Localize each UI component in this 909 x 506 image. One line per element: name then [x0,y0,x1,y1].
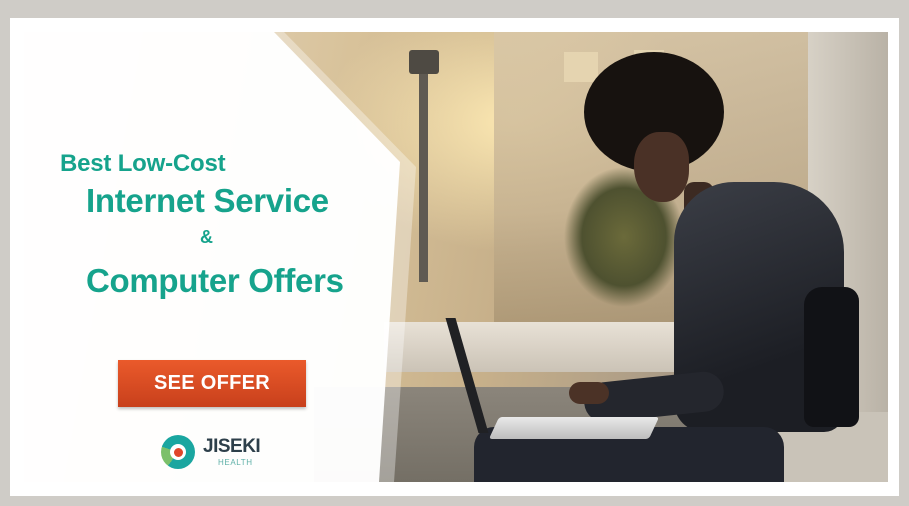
headline-line-1: Best Low-Cost [60,150,226,177]
ad-frame: Best Low-Cost Internet Service & Compute… [0,0,909,506]
photo-backpack [804,287,859,427]
photo-lamp-post [419,52,428,282]
headline-line-2: Internet Service [86,182,329,219]
see-offer-button[interactable]: SEE OFFER [118,360,306,407]
ad-banner[interactable]: Best Low-Cost Internet Service & Compute… [24,32,888,482]
brand-name: JISEKI [203,436,261,457]
photo-laptop-base [488,417,660,439]
brand-logo[interactable]: JISEKI HEALTH [161,432,271,472]
brand-subname: HEALTH [218,458,253,467]
brand-logo-dot-icon [174,448,183,457]
photo-person-face [634,132,689,202]
photo-stone-ledge [384,322,684,372]
headline-line-3: Computer Offers [86,262,344,299]
headline-ampersand: & [200,227,213,247]
ad-card: Best Low-Cost Internet Service & Compute… [10,18,899,496]
photo-window [564,52,598,82]
photo-person-hand [569,382,609,404]
photo-lamp-head [409,50,439,74]
